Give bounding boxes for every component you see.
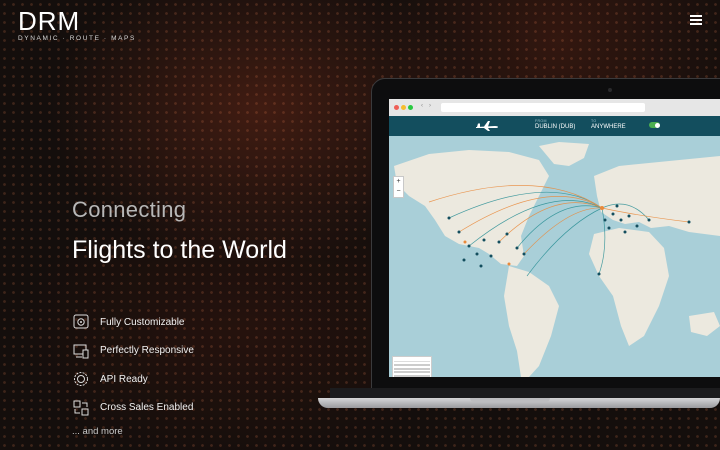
laptop-screen: ‹ › FROM DUBLIN (DUB) TO ANYWHERE + − [389, 99, 720, 377]
feature-item: Fully Customizable [72, 308, 194, 337]
legend-row [394, 367, 430, 370]
browser-toolbar: ‹ › [389, 99, 720, 117]
laptop-camera [608, 88, 612, 92]
from-field: FROM DUBLIN (DUB) [535, 119, 575, 130]
and-more-link[interactable]: ... and more [72, 426, 123, 437]
hero-title: Flights to the World [72, 236, 287, 264]
legend-header [394, 358, 430, 362]
feature-item: API Ready [72, 365, 194, 394]
legend-row [394, 371, 430, 373]
hamburger-menu-icon[interactable] [690, 15, 702, 25]
close-dot-icon [394, 105, 399, 110]
feature-list: Fully Customizable Perfectly Responsive … [72, 308, 194, 422]
api-gear-icon [72, 370, 90, 388]
laptop-notch [470, 398, 550, 402]
app-header: FROM DUBLIN (DUB) TO ANYWHERE [389, 116, 720, 136]
route-map-graphic [389, 136, 720, 377]
logo[interactable]: DRM DYNAMIC · ROUTE · MAPS [18, 8, 136, 42]
devices-icon [72, 342, 90, 360]
to-field: TO ANYWHERE [591, 119, 626, 130]
cross-sales-icon [72, 399, 90, 417]
maximize-dot-icon [408, 105, 413, 110]
legend-row [394, 374, 430, 377]
hero-subtitle: Connecting [72, 197, 187, 222]
to-label: TO [591, 119, 597, 123]
zoom-in-button: + [396, 178, 401, 185]
settings-screen-icon [72, 313, 90, 331]
logo-tagline: DYNAMIC · ROUTE · MAPS [18, 35, 136, 42]
legend-row [394, 364, 430, 366]
map-legend [392, 356, 432, 377]
laptop-hinge [330, 388, 720, 398]
forward-icon: › [429, 103, 431, 109]
address-bar [441, 103, 645, 112]
feature-label: Cross Sales Enabled [100, 402, 194, 414]
feature-label: Fully Customizable [100, 316, 185, 328]
route-map: + − [389, 136, 720, 377]
to-value: ANYWHERE [591, 124, 626, 130]
option-toggle [649, 122, 660, 128]
zoom-out-button: − [396, 187, 401, 195]
from-value: DUBLIN (DUB) [535, 124, 576, 130]
logo-wordmark: DRM [18, 6, 81, 36]
back-icon: ‹ [421, 103, 423, 109]
minimize-dot-icon [401, 105, 406, 110]
from-label: FROM [535, 119, 547, 123]
feature-item: Cross Sales Enabled [72, 394, 194, 423]
airplane-icon [476, 121, 498, 131]
feature-label: API Ready [100, 373, 148, 385]
map-zoom-control: + − [393, 176, 404, 198]
feature-item: Perfectly Responsive [72, 337, 194, 366]
feature-label: Perfectly Responsive [100, 345, 194, 357]
